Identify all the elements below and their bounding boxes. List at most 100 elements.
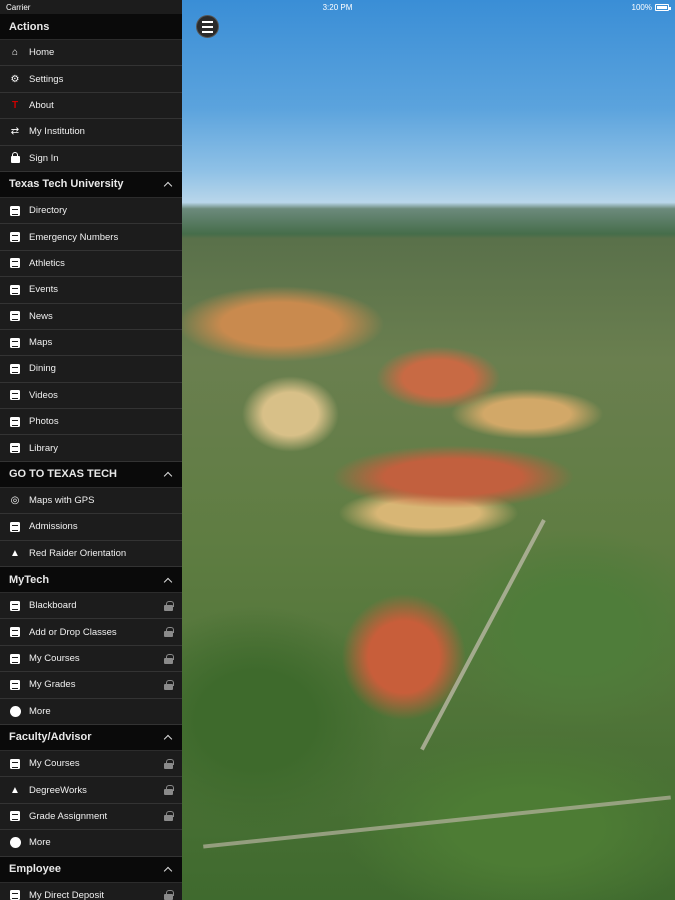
section-title: Texas Tech University	[9, 178, 124, 191]
sidebar-item-maps[interactable]: Maps	[0, 330, 182, 357]
sidebar-item-label: Maps	[29, 337, 53, 349]
campus-aerial-photo	[182, 0, 675, 900]
sidebar-item-my-institution[interactable]: ⇄ My Institution	[0, 119, 182, 146]
courses-icon	[9, 758, 21, 770]
sidebar-item-more[interactable]: More	[0, 699, 182, 725]
campus-walkway	[420, 519, 546, 751]
campus-walkway	[203, 795, 671, 849]
sidebar-item-label: More	[29, 705, 51, 717]
photo-icon	[9, 416, 21, 428]
texas-tech-logo-icon: T	[11, 99, 19, 111]
section-title: Employee	[9, 863, 61, 876]
courses-icon	[9, 653, 21, 665]
section-title: Actions	[9, 20, 50, 33]
book-icon	[9, 810, 21, 822]
hamburger-icon-bar	[202, 30, 213, 33]
lock-icon	[164, 811, 174, 822]
section-header-texas-tech-university[interactable]: Texas Tech University	[0, 171, 182, 198]
sidebar-item-more[interactable]: More	[0, 830, 182, 857]
chevron-up-icon[interactable]	[163, 864, 173, 874]
sidebar-item-directory[interactable]: Directory	[0, 198, 182, 225]
more-icon	[9, 837, 21, 849]
sidebar-item-red-raider-orientation[interactable]: ▲ Red Raider Orientation	[0, 541, 182, 568]
sidebar-item-library[interactable]: Library	[0, 435, 182, 462]
lock-icon	[164, 627, 174, 638]
calendar-icon	[9, 284, 21, 296]
sidebar-item-my-courses[interactable]: My Courses	[0, 751, 182, 778]
dining-icon	[9, 363, 21, 375]
graduation-cap-icon: ▲	[10, 547, 20, 559]
sidebar-item-emergency-numbers[interactable]: Emergency Numbers	[0, 224, 182, 251]
sidebar-item-my-direct-deposit[interactable]: My Direct Deposit	[0, 883, 182, 900]
sidebar-item-degreeworks[interactable]: ▲ DegreeWorks	[0, 777, 182, 804]
book-icon	[9, 600, 21, 612]
list-icon	[9, 626, 21, 638]
sidebar-item-label: My Courses	[29, 758, 80, 770]
status-bar: Carrier 3:20 PM 100%	[0, 0, 675, 14]
sidebar-item-label: Settings	[29, 73, 64, 85]
section-header-mytech[interactable]: MyTech	[0, 567, 182, 594]
sidebar-item-label: Events	[29, 284, 59, 296]
sidebar-item-label: Red Raider Orientation	[29, 547, 127, 559]
deposit-icon	[9, 889, 21, 900]
sidebar-item-my-grades[interactable]: My Grades	[0, 672, 182, 699]
section-title: GO TO TEXAS TECH	[9, 468, 117, 481]
chevron-up-icon[interactable]	[163, 732, 173, 742]
section-title: Faculty/Advisor	[9, 731, 92, 744]
sidebar-item-label: Home	[29, 47, 55, 59]
lock-icon	[9, 152, 21, 164]
sidebar-item-label: Videos	[29, 389, 58, 401]
battery-indicator: 100%	[631, 2, 671, 12]
sidebar-item-label: Grade Assignment	[29, 810, 108, 822]
sidebar-item-label: Maps with GPS	[29, 495, 95, 507]
sidebar-item-my-courses[interactable]: My Courses	[0, 646, 182, 673]
battery-percent: 100%	[631, 2, 652, 12]
sidebar-item-label: News	[29, 310, 53, 322]
sidebar-item-label: Blackboard	[29, 600, 77, 612]
sidebar-item-label: My Courses	[29, 653, 80, 664]
sidebar-item-dining[interactable]: Dining	[0, 356, 182, 383]
sidebar-item-add-or-drop-classes[interactable]: Add or Drop Classes	[0, 619, 182, 646]
chevron-up-icon[interactable]	[163, 469, 173, 479]
sidebar-item-maps-with-gps[interactable]: ◎ Maps with GPS	[0, 488, 182, 515]
lock-icon	[164, 785, 174, 796]
sidebar-item-home[interactable]: ⌂ Home	[0, 40, 182, 67]
section-header-faculty-advisor[interactable]: Faculty/Advisor	[0, 724, 182, 751]
sidebar-content: Actions ⌂ Home ⚙ Settings T About ⇄ My Instituti…	[0, 0, 182, 900]
sidebar-item-label: My Grades	[29, 679, 76, 691]
hamburger-icon-bar	[202, 25, 213, 28]
lock-icon	[164, 890, 174, 900]
section-header-go-to-texas-tech[interactable]: GO TO TEXAS TECH	[0, 461, 182, 488]
sidebar-item-videos[interactable]: Videos	[0, 383, 182, 410]
sidebar-item-label: Emergency Numbers	[29, 231, 119, 243]
sidebar-item-athletics[interactable]: Athletics	[0, 251, 182, 278]
menu-toggle-button[interactable]	[196, 15, 219, 38]
sidebar-item-events[interactable]: Events	[0, 277, 182, 304]
sidebar-item-settings[interactable]: ⚙ Settings	[0, 66, 182, 93]
sidebar-item-news[interactable]: News	[0, 304, 182, 330]
status-time: 3:20 PM	[322, 2, 353, 12]
chevron-up-icon[interactable]	[163, 179, 173, 189]
sidebar-item-label: Sign In	[29, 152, 59, 164]
chevron-up-icon[interactable]	[163, 575, 173, 585]
sidebar-item-blackboard[interactable]: Blackboard	[0, 593, 182, 620]
lock-icon	[164, 758, 174, 769]
compass-icon: ◎	[10, 495, 20, 507]
lock-icon	[164, 600, 174, 611]
section-header-employee[interactable]: Employee	[0, 856, 182, 883]
sidebar-item-label: About	[29, 99, 54, 111]
sidebar-item-label: Add or Drop Classes	[29, 626, 117, 638]
sidebar-item-label: DegreeWorks	[29, 784, 87, 796]
section-title: MyTech	[9, 573, 50, 586]
sidebar-item-grade-assignment[interactable]: Grade Assignment	[0, 804, 182, 831]
sidebar-item-admissions[interactable]: Admissions	[0, 514, 182, 541]
swap-arrows-icon: ⇄	[10, 126, 20, 138]
sidebar-item-sign-in[interactable]: Sign In	[0, 146, 182, 172]
carrier-label: Carrier	[6, 2, 31, 12]
gear-icon: ⚙	[10, 73, 20, 85]
athletics-icon	[9, 257, 21, 269]
map-icon	[9, 337, 21, 349]
admissions-icon	[9, 521, 21, 533]
sidebar-item-about[interactable]: T About	[0, 93, 182, 120]
sidebar-item-photos[interactable]: Photos	[0, 409, 182, 436]
